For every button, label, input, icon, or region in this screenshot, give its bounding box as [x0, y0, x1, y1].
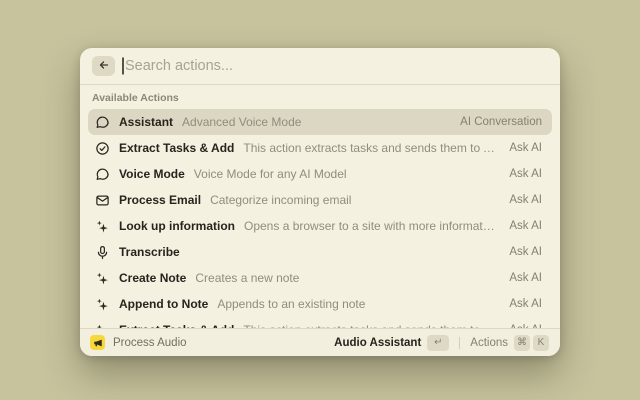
return-key-icon: ↵ [427, 335, 449, 351]
action-row-1[interactable]: Extract Tasks & Add This action extracts… [88, 135, 552, 161]
action-row-6[interactable]: Create Note Creates a new note Ask AI [88, 265, 552, 291]
search-field-wrap [122, 58, 548, 74]
action-row-5[interactable]: Transcribe Ask AI [88, 239, 552, 265]
primary-action-button[interactable]: Audio Assistant ↵ [331, 333, 452, 353]
sparkle-icon [95, 271, 110, 286]
action-row-3[interactable]: Process Email Categorize incoming email … [88, 187, 552, 213]
command-palette-window: Available Actions Assistant Advanced Voi… [80, 48, 560, 356]
search-bar [80, 48, 560, 85]
action-row-8[interactable]: Extract Tasks & Add This action extracts… [88, 317, 552, 328]
actions-menu-button[interactable]: Actions ⌘K [467, 333, 552, 353]
section-header: Available Actions [80, 85, 560, 106]
status-bar: Process Audio Audio Assistant ↵ Actions … [80, 328, 560, 356]
row-accessory-label: Ask AI [509, 246, 542, 258]
command-key-icon: ⌘ [514, 335, 530, 351]
row-accessory-label: Ask AI [509, 168, 542, 180]
speech-bubble-icon [95, 167, 110, 182]
row-accessory-label: Ask AI [509, 298, 542, 310]
primary-action-label: Audio Assistant [334, 337, 421, 349]
check-circle-icon [95, 141, 110, 156]
action-row-4[interactable]: Look up information Opens a browser to a… [88, 213, 552, 239]
megaphone-icon [90, 335, 105, 350]
row-accessory-label: Ask AI [509, 220, 542, 232]
sparkle-icon [95, 219, 110, 234]
arrow-left-icon [98, 59, 110, 74]
sparkle-icon [95, 297, 110, 312]
row-accessory-label: Ask AI [509, 142, 542, 154]
current-app-chip: Process Audio [90, 335, 187, 350]
envelope-icon [95, 193, 110, 208]
action-row-0[interactable]: Assistant Advanced Voice Mode AI Convers… [88, 109, 552, 135]
key-k: K [533, 335, 549, 351]
back-button[interactable] [92, 56, 115, 76]
row-accessory-label: AI Conversation [460, 116, 542, 128]
app-name-label: Process Audio [113, 337, 187, 349]
row-accessory-label: Ask AI [509, 194, 542, 206]
row-accessory-label: Ask AI [509, 272, 542, 284]
speech-bubble-icon [95, 115, 110, 130]
action-row-7[interactable]: Append to Note Appends to an existing no… [88, 291, 552, 317]
actions-list: Assistant Advanced Voice Mode AI Convers… [80, 106, 560, 328]
search-input[interactable] [122, 58, 548, 74]
text-caret [122, 58, 124, 75]
microphone-icon [95, 245, 110, 260]
action-row-2[interactable]: Voice Mode Voice Mode for any AI Model A… [88, 161, 552, 187]
actions-menu-label: Actions [470, 337, 508, 349]
footer-divider [459, 337, 460, 349]
